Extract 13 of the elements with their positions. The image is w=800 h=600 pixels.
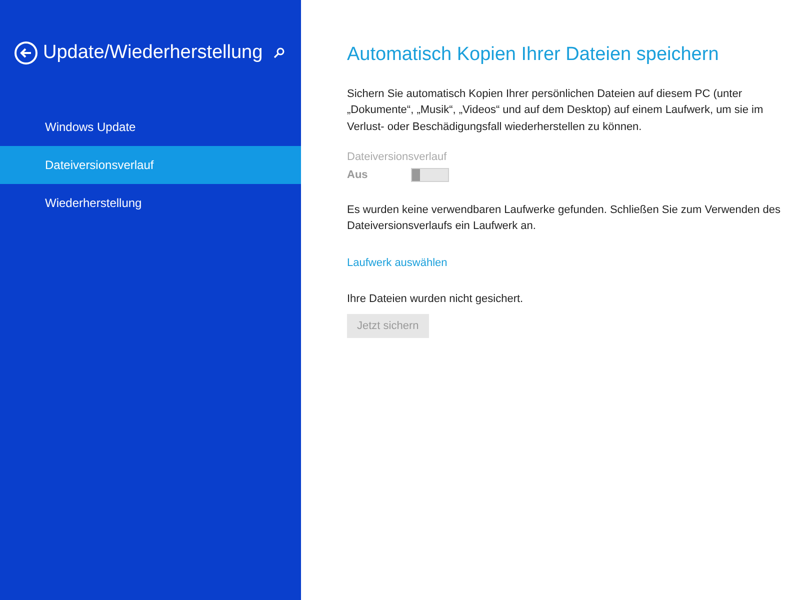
page-title: Update/Wiederherstellung — [43, 41, 263, 65]
notice-text: Es wurden keine verwendbaren Laufwerke gefunden. Schließen Sie zum Verwenden des Dateiversionsverlaufs ein Laufwerk an. — [347, 202, 782, 234]
select-drive-link[interactable]: Laufwerk auswählen — [347, 254, 448, 271]
sidebar-item[interactable]: Dateiversionsverlauf — [0, 146, 301, 184]
toggle-label: Dateiversionsverlauf — [347, 150, 448, 165]
search-icon[interactable] — [272, 47, 285, 60]
description-text: Sichern Sie automatisch Kopien Ihrer persönlichen Dateien auf diesem PC (unter „Dokumente“, „Musik“, „Videos“ und auf dem Desktop) auf einem Laufwerk, um sie im Verlust- oder Beschädigungsfall wiederherstellen zu können. — [347, 86, 764, 134]
toggle-state: Aus — [347, 168, 369, 183]
page-heading: Automatisch Kopien Ihrer Dateien speichern — [347, 43, 720, 67]
back-icon[interactable] — [14, 41, 38, 66]
sidebar-item[interactable]: Wiederherstellung — [0, 184, 301, 222]
status-text: Ihre Dateien wurden nicht gesichert. — [347, 292, 524, 307]
sidebar-item[interactable]: Windows Update — [0, 108, 301, 146]
